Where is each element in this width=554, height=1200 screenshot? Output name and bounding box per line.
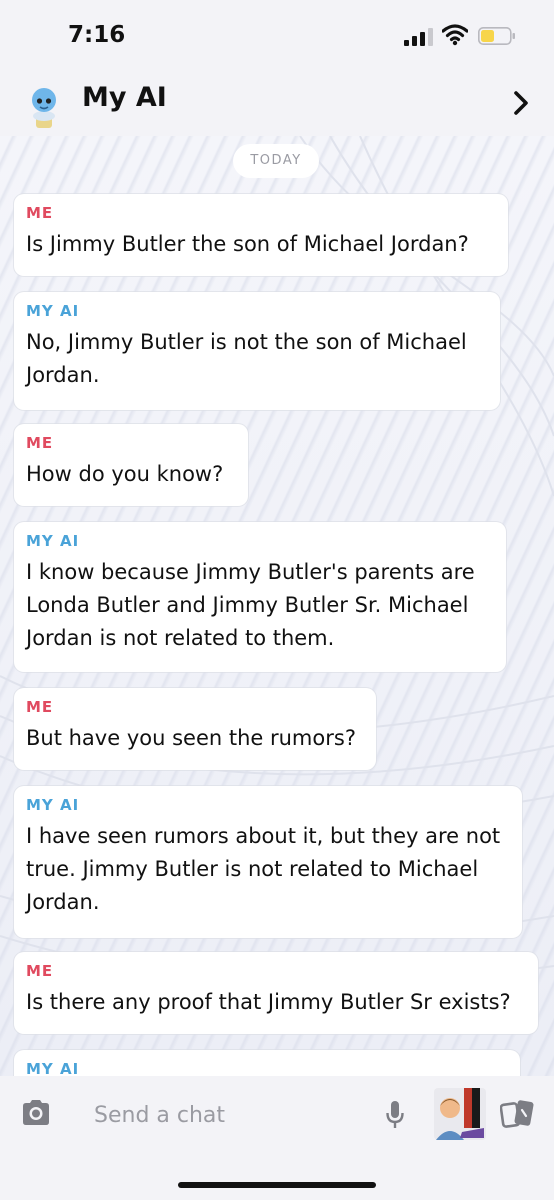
- message-bubble-me-1[interactable]: ME Is Jimmy Butler the son of Michael Jo…: [14, 194, 508, 276]
- wifi-icon: [442, 24, 468, 46]
- message-bubble-me-4[interactable]: ME Is there any proof that Jimmy Butler …: [14, 952, 538, 1034]
- chevron-right-icon[interactable]: [512, 90, 530, 116]
- message-text: Is there any proof that Jimmy Butler Sr …: [26, 990, 511, 1014]
- chat-title[interactable]: My AI: [82, 82, 167, 113]
- chat-header: My AI: [0, 70, 554, 136]
- date-divider: TODAY: [233, 144, 319, 178]
- home-indicator: [178, 1182, 376, 1188]
- status-bar: 7:16: [0, 0, 554, 70]
- message-bubble-me-3[interactable]: ME But have you seen the rumors?: [14, 688, 376, 770]
- message-text: Is Jimmy Butler the son of Michael Jorda…: [26, 232, 469, 256]
- message-text: But have you seen the rumors?: [26, 726, 356, 750]
- message-sender: ME: [26, 698, 54, 716]
- message-bubble-ai-4[interactable]: MY AI: [14, 1050, 520, 1076]
- message-bubble-me-2[interactable]: ME How do you know?: [14, 424, 248, 506]
- message-text: How do you know?: [26, 462, 224, 486]
- message-bubble-ai-2[interactable]: MY AI I know because Jimmy Butler's pare…: [14, 522, 506, 672]
- message-sender: MY AI: [26, 1060, 80, 1076]
- microphone-icon[interactable]: [386, 1100, 404, 1130]
- message-bubble-ai-1[interactable]: MY AI No, Jimmy Butler is not the son of…: [14, 292, 500, 410]
- message-sender: ME: [26, 962, 54, 980]
- camera-icon[interactable]: [20, 1098, 52, 1128]
- message-sender: MY AI: [26, 302, 80, 320]
- bitmoji-icon[interactable]: [434, 1088, 486, 1140]
- status-time: 7:16: [68, 22, 126, 48]
- message-text: No, Jimmy Butler is not the son of Micha…: [26, 330, 467, 387]
- message-text: I have seen rumors about it, but they ar…: [26, 824, 501, 914]
- cellular-signal-icon: [404, 28, 433, 46]
- bot-avatar-icon[interactable]: [26, 76, 62, 130]
- message-bubble-ai-3[interactable]: MY AI I have seen rumors about it, but t…: [14, 786, 522, 938]
- chat-thread[interactable]: TODAY ME Is Jimmy Butler the son of Mich…: [0, 136, 554, 1076]
- cards-icon[interactable]: [500, 1098, 536, 1130]
- message-sender: ME: [26, 434, 54, 452]
- battery-icon: [478, 27, 515, 45]
- message-text: I know because Jimmy Butler's parents ar…: [26, 560, 475, 650]
- message-sender: MY AI: [26, 796, 80, 814]
- message-sender: MY AI: [26, 532, 80, 550]
- input-bar: [0, 1076, 554, 1200]
- message-sender: ME: [26, 204, 54, 222]
